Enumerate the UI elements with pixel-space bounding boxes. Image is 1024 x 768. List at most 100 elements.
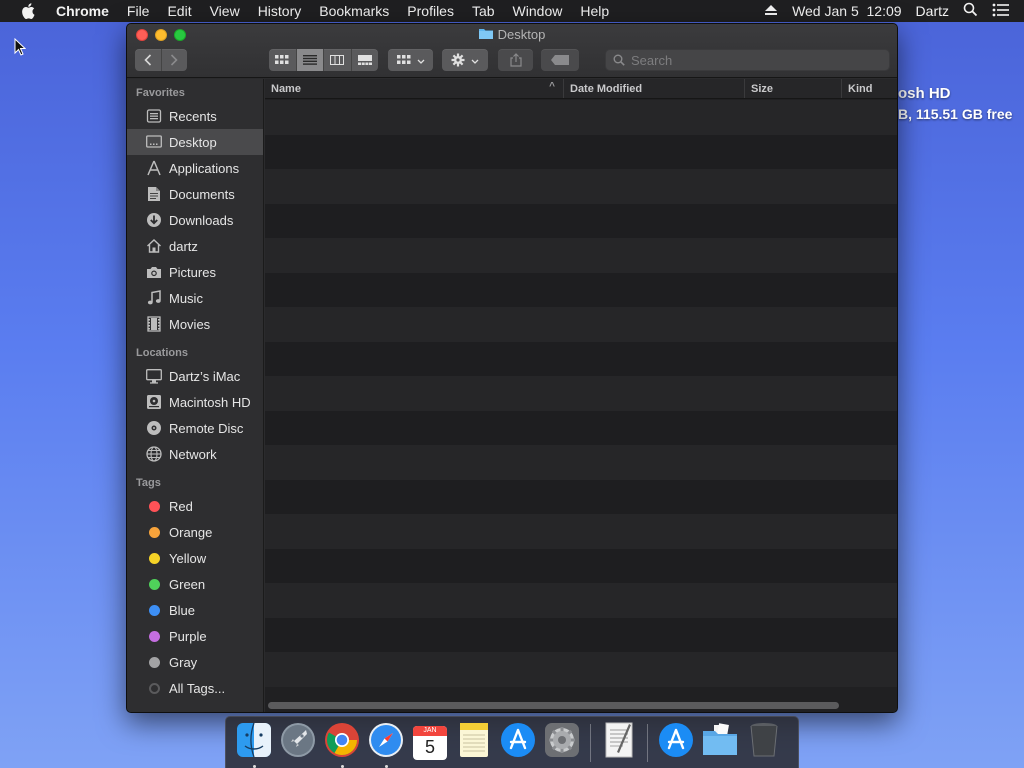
dock-trash[interactable] <box>745 723 783 762</box>
sidebar-item-movies[interactable]: Movies <box>127 311 263 337</box>
empty-row <box>265 100 897 135</box>
menu-tab[interactable]: Tab <box>463 0 504 22</box>
eject-icon[interactable] <box>764 3 778 19</box>
sidebar-item-tag[interactable]: All Tags... <box>127 675 263 701</box>
back-button[interactable] <box>135 49 162 71</box>
column-header-label: Size <box>751 82 774 95</box>
horizontal-scrollbar[interactable] <box>268 702 839 709</box>
desktop-icon <box>145 133 163 151</box>
menubar-clock[interactable]: Wed Jan 5 12:09 <box>792 3 901 19</box>
menu-help[interactable]: Help <box>571 0 618 22</box>
view-mode-control <box>269 49 378 71</box>
sidebar-item-home[interactable]: dartz <box>127 233 263 259</box>
group-by-button[interactable] <box>388 49 433 71</box>
menu-bookmarks[interactable]: Bookmarks <box>310 0 398 22</box>
calendar-day: 5 <box>424 736 435 757</box>
sidebar-item-remote-disc[interactable]: Remote Disc <box>127 415 263 441</box>
sidebar-item-tag[interactable]: Gray <box>127 649 263 675</box>
menu-edit[interactable]: Edit <box>158 0 200 22</box>
tag-color-dot-icon <box>145 653 163 671</box>
apple-menu-icon[interactable] <box>17 0 39 22</box>
menubar-user[interactable]: Dartz <box>916 3 949 19</box>
dock-app-finder[interactable] <box>235 722 273 768</box>
empty-row <box>265 203 897 238</box>
sidebar-item-imac[interactable]: Dartz’s iMac <box>127 363 263 389</box>
dock-app-calendar[interactable]: JAN 5 <box>411 724 449 762</box>
empty-row-list <box>265 100 897 698</box>
dock-separator <box>590 723 591 762</box>
forward-button[interactable] <box>162 49 188 71</box>
sidebar-item-tag[interactable]: Orange <box>127 519 263 545</box>
empty-row <box>265 479 897 514</box>
action-menu-button[interactable] <box>442 49 488 71</box>
dock-stack-documents[interactable] <box>701 723 739 762</box>
sidebar-item-tag[interactable]: Blue <box>127 597 263 623</box>
sidebar-item-label: Pictures <box>169 264 216 280</box>
gallery-view-button[interactable] <box>352 49 379 71</box>
folder-icon <box>478 27 493 42</box>
sidebar-item-recents[interactable]: Recents <box>127 103 263 129</box>
share-button[interactable] <box>498 49 533 71</box>
sidebar-item-label: Remote Disc <box>169 420 244 436</box>
dock-app-launchpad[interactable] <box>279 722 317 763</box>
column-header-size[interactable]: Size <box>745 79 842 98</box>
sidebar-item-downloads[interactable]: Downloads <box>127 207 263 233</box>
empty-row <box>265 583 897 618</box>
chevron-down-icon <box>471 51 479 69</box>
dock-app-chrome[interactable] <box>323 723 361 768</box>
sidebar-item-network[interactable]: Network <box>127 441 263 467</box>
tag-color-dot-icon <box>145 497 163 515</box>
finder-icon <box>236 722 272 763</box>
tag-icon <box>551 55 569 65</box>
column-header-label: Kind <box>848 82 873 95</box>
sidebar-item-tag[interactable]: Red <box>127 493 263 519</box>
app-menu-chrome[interactable]: Chrome <box>52 0 118 22</box>
column-header-date-modified[interactable]: Date Modified <box>564 79 745 98</box>
column-view-button[interactable] <box>324 49 352 71</box>
search-field[interactable]: Search <box>605 49 890 71</box>
dock-app-app-store[interactable] <box>499 723 537 762</box>
dock-app-textedit[interactable] <box>600 722 638 762</box>
launchpad-rocket-icon <box>280 722 316 763</box>
menu-history[interactable]: History <box>249 0 311 22</box>
sidebar-item-label: Blue <box>169 602 196 618</box>
finder-sidebar: Favorites Recents Desktop Applications D… <box>127 79 264 712</box>
column-header-label: Name <box>271 82 301 95</box>
list-view-button[interactable] <box>296 49 324 71</box>
sidebar-item-documents[interactable]: Documents <box>127 181 263 207</box>
empty-row <box>265 272 897 307</box>
dock-app-safari[interactable] <box>367 723 405 768</box>
menu-window[interactable]: Window <box>504 0 572 22</box>
desktop-drive-label[interactable]: osh HD B, 115.51 GB free <box>898 84 1024 124</box>
sidebar-item-tag[interactable]: Yellow <box>127 545 263 571</box>
sidebar-item-desktop[interactable]: Desktop <box>127 129 263 155</box>
icon-view-button[interactable] <box>269 49 297 71</box>
sidebar-item-pictures[interactable]: Pictures <box>127 259 263 285</box>
running-indicator <box>252 764 256 768</box>
column-header-kind[interactable]: Kind <box>842 79 897 98</box>
sidebar-item-label: Gray <box>169 654 198 670</box>
sidebar-item-tag[interactable]: Green <box>127 571 263 597</box>
sidebar-item-music[interactable]: Music <box>127 285 263 311</box>
dock: JAN 5 <box>225 716 799 768</box>
menu-view[interactable]: View <box>201 0 249 22</box>
menu-profiles[interactable]: Profiles <box>398 0 463 22</box>
documents-stack-icon <box>702 723 738 762</box>
hard-drive-icon <box>145 393 163 411</box>
file-list: Name ^ Date Modified Size Kind <box>265 79 897 712</box>
notification-center-icon[interactable] <box>992 3 1010 20</box>
empty-row <box>265 617 897 652</box>
edit-tags-button[interactable] <box>541 49 579 71</box>
spotlight-search-icon[interactable] <box>963 2 978 20</box>
column-header-name[interactable]: Name ^ <box>265 79 564 98</box>
menu-file[interactable]: File <box>118 0 159 22</box>
dock-app-notes[interactable] <box>455 723 493 762</box>
sidebar-item-tag[interactable]: Purple <box>127 623 263 649</box>
tag-color-dot-icon <box>145 679 163 697</box>
sidebar-item-applications[interactable]: Applications <box>127 155 263 181</box>
imac-icon <box>145 367 163 385</box>
dock-stack-applications[interactable] <box>657 723 695 762</box>
sidebar-item-macintosh-hd[interactable]: Macintosh HD <box>127 389 263 415</box>
dock-app-system-preferences[interactable] <box>543 723 581 762</box>
dock-separator <box>647 723 648 762</box>
